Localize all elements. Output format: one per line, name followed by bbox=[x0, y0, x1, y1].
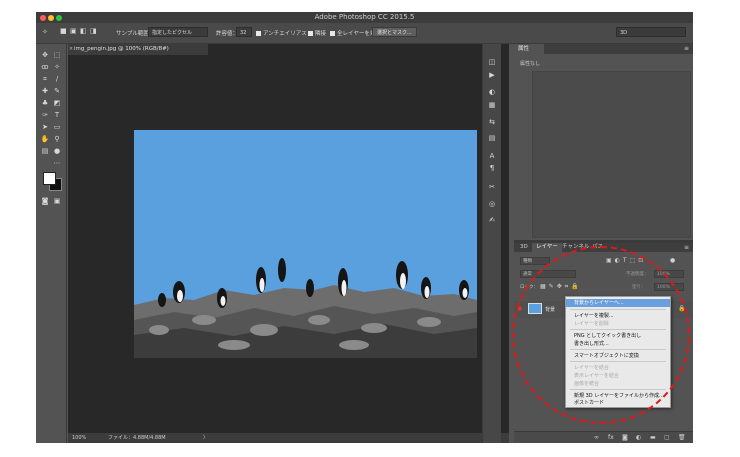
options-bar: ✧ ■ ▣ ◧ ◨ サンプル範囲： 指定したピクセル 許容値： 32 アンチエイ… bbox=[36, 23, 693, 44]
brush-presets-icon[interactable]: ✍ bbox=[487, 216, 497, 225]
properties-content bbox=[532, 71, 691, 238]
hand-tool-icon[interactable]: ✋ bbox=[40, 134, 50, 144]
lasso-tool-icon[interactable]: ꝏ bbox=[40, 62, 50, 72]
antialias-label: アンチエイリアス bbox=[263, 31, 307, 37]
intersect-selection-icon[interactable]: ◨ bbox=[90, 27, 97, 35]
swatches-icon[interactable]: ▦ bbox=[487, 101, 497, 110]
panel-dock: ◫ ▶ ◐ ▦ ⇆ ▤ A ¶ ✂ ◎ ✍ bbox=[482, 44, 501, 443]
new-selection-icon[interactable]: ■ bbox=[60, 27, 67, 35]
magic-wand-tool-icon[interactable]: ✧ bbox=[52, 62, 62, 72]
crop-tool-icon[interactable]: ⌗ bbox=[40, 74, 50, 84]
paragraph-icon[interactable]: ¶ bbox=[487, 164, 497, 173]
panel-menu-icon[interactable]: ≡ bbox=[684, 45, 689, 52]
tools-panel: ✥ ⬚ ꝏ ✧ ⌗ ∕ ✚ ✎ ♣ ◩ ✑ T ➤ ▭ ✋ ⚲ ▤ ● ⋯ ◙ … bbox=[36, 44, 67, 443]
filter-toggle-icon[interactable]: ● bbox=[670, 257, 675, 264]
subtract-selection-icon[interactable]: ◧ bbox=[80, 27, 87, 35]
contiguous-label: 隣接 bbox=[315, 31, 327, 37]
eyedropper-tool-icon[interactable]: ∕ bbox=[52, 74, 62, 84]
history-icon[interactable]: ◫ bbox=[487, 58, 497, 67]
title-bar: Adobe Photoshop CC 2015.5 bbox=[36, 12, 693, 23]
eraser-tool-icon[interactable]: ◩ bbox=[52, 98, 62, 108]
status-bar: 100% ファイル：4.88M/4.88M 〉 bbox=[68, 433, 509, 443]
properties-empty-text: 属性なし bbox=[520, 61, 541, 67]
checkbox-checked-icon bbox=[330, 31, 335, 36]
shape-tool-icon[interactable]: ▭ bbox=[52, 122, 62, 132]
new-layer-icon[interactable]: ▢ bbox=[664, 434, 670, 441]
adjustments-icon[interactable]: ⇆ bbox=[487, 118, 497, 127]
properties-tab[interactable]: 属性 bbox=[514, 44, 544, 54]
sample-size-select[interactable]: 指定したピクセル bbox=[148, 27, 208, 37]
document-tab[interactable]: × img_pengin.jpg @ 100% (RGB/8#) bbox=[68, 44, 208, 55]
marquee-tool-icon[interactable]: ⬚ bbox=[52, 50, 62, 60]
clone-stamp-icon[interactable]: ♣ bbox=[40, 98, 50, 108]
close-window-icon[interactable] bbox=[40, 15, 46, 21]
magic-wand-icon[interactable]: ✧ bbox=[42, 28, 48, 36]
add-mask-icon[interactable]: ◙ bbox=[622, 434, 628, 441]
screen-mode-icon[interactable]: ▣ bbox=[52, 196, 62, 206]
penguin-photo-image bbox=[134, 130, 477, 358]
select-and-mask-button[interactable]: 選択とマスク... bbox=[372, 27, 417, 37]
document-tab-label: img_pengin.jpg @ 100% (RGB/8#) bbox=[74, 46, 169, 52]
red-dashed-highlight-circle bbox=[512, 246, 690, 424]
adjustment-layer-icon[interactable]: ◐ bbox=[636, 434, 641, 441]
tolerance-label: 許容値： bbox=[216, 31, 239, 37]
panel-menu-icon[interactable]: ≡ bbox=[684, 244, 689, 251]
navigator-icon[interactable]: ◎ bbox=[487, 200, 497, 209]
status-arrow-icon[interactable]: 〉 bbox=[203, 433, 208, 443]
zoom-tool-icon[interactable]: ⚲ bbox=[52, 134, 62, 144]
color-wheel-icon[interactable]: ◐ bbox=[487, 88, 497, 97]
zoom-level[interactable]: 100% bbox=[72, 433, 86, 443]
brush-tool-icon[interactable]: ✎ bbox=[52, 86, 62, 96]
more-tools-icon[interactable]: ⋯ bbox=[52, 158, 62, 168]
properties-panel: 属性 ≡ 属性なし bbox=[514, 44, 693, 240]
pen-tool-icon[interactable]: ✑ bbox=[40, 110, 50, 120]
tab-3d[interactable]: 3D bbox=[516, 243, 532, 252]
contiguous-checkbox[interactable]: 隣接 bbox=[308, 29, 326, 37]
tolerance-input[interactable]: 32 bbox=[236, 27, 252, 37]
document-canvas-area: × img_pengin.jpg @ 100% (RGB/8#) 100% ファ… bbox=[68, 44, 509, 443]
delete-layer-icon[interactable]: 🗑 bbox=[678, 434, 686, 441]
dodge-tool-icon[interactable]: ● bbox=[52, 146, 62, 156]
penguin-photo[interactable] bbox=[134, 130, 477, 358]
foreground-color-swatch[interactable] bbox=[43, 172, 56, 185]
workspace-select[interactable]: 3D bbox=[616, 27, 686, 37]
checkbox-checked-icon bbox=[308, 31, 313, 36]
minimize-window-icon[interactable] bbox=[48, 15, 54, 21]
healing-brush-icon[interactable]: ✚ bbox=[40, 86, 50, 96]
move-tool-icon[interactable]: ✥ bbox=[40, 50, 50, 60]
checkbox-checked-icon bbox=[256, 31, 261, 36]
add-selection-icon[interactable]: ▣ bbox=[70, 27, 77, 35]
file-size-info: ファイル：4.88M/4.88M bbox=[108, 435, 166, 441]
tool-presets-icon[interactable]: ✂ bbox=[487, 183, 497, 192]
close-tab-icon[interactable]: × bbox=[68, 44, 74, 55]
new-group-icon[interactable]: ▬ bbox=[650, 434, 656, 441]
path-selection-icon[interactable]: ➤ bbox=[40, 122, 50, 132]
antialias-checkbox[interactable]: アンチエイリアス bbox=[256, 29, 307, 37]
play-actions-icon[interactable]: ▶ bbox=[487, 71, 497, 80]
zoom-window-icon[interactable] bbox=[56, 15, 62, 21]
layer-style-icon[interactable]: fx bbox=[608, 434, 614, 441]
libraries-icon[interactable]: ▤ bbox=[487, 134, 497, 143]
window-title: Adobe Photoshop CC 2015.5 bbox=[314, 13, 415, 21]
type-tool-icon[interactable]: T bbox=[52, 110, 62, 120]
layers-panel-footer: ∞ fx ◙ ◐ ▬ ▢ 🗑 bbox=[514, 431, 693, 443]
link-layers-icon[interactable]: ∞ bbox=[594, 434, 599, 441]
quick-mask-icon[interactable]: ◙ bbox=[40, 196, 50, 206]
properties-panel-header: 属性 ≡ bbox=[514, 44, 693, 54]
character-icon[interactable]: A bbox=[487, 152, 497, 161]
gradient-tool-icon[interactable]: ▤ bbox=[40, 146, 50, 156]
